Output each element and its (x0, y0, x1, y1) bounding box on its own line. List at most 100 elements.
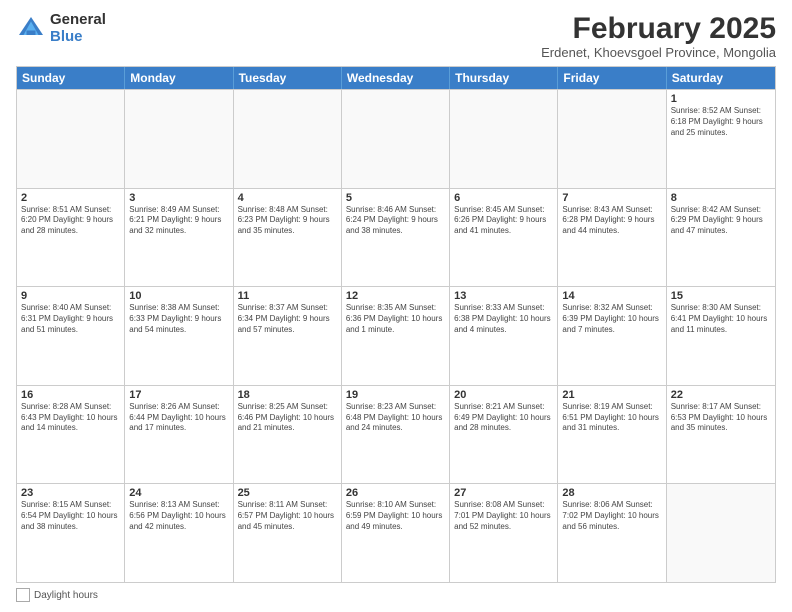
header-cell-monday: Monday (125, 67, 233, 89)
daylight-label: Daylight hours (34, 590, 98, 601)
calendar-cell: 12Sunrise: 8:35 AM Sunset: 6:36 PM Dayli… (342, 287, 450, 385)
day-number: 6 (454, 192, 553, 204)
calendar-week-2: 2Sunrise: 8:51 AM Sunset: 6:20 PM Daylig… (17, 188, 775, 287)
day-info: Sunrise: 8:40 AM Sunset: 6:31 PM Dayligh… (21, 303, 120, 335)
day-info: Sunrise: 8:43 AM Sunset: 6:28 PM Dayligh… (562, 205, 661, 237)
day-info: Sunrise: 8:19 AM Sunset: 6:51 PM Dayligh… (562, 402, 661, 434)
calendar-cell (558, 90, 666, 188)
logo: General Blue (16, 12, 106, 45)
calendar-cell: 14Sunrise: 8:32 AM Sunset: 6:39 PM Dayli… (558, 287, 666, 385)
day-info: Sunrise: 8:45 AM Sunset: 6:26 PM Dayligh… (454, 205, 553, 237)
calendar-header-row: SundayMondayTuesdayWednesdayThursdayFrid… (17, 67, 775, 89)
day-number: 10 (129, 290, 228, 302)
day-number: 20 (454, 389, 553, 401)
day-info: Sunrise: 8:48 AM Sunset: 6:23 PM Dayligh… (238, 205, 337, 237)
calendar-cell: 21Sunrise: 8:19 AM Sunset: 6:51 PM Dayli… (558, 386, 666, 484)
calendar-cell: 10Sunrise: 8:38 AM Sunset: 6:33 PM Dayli… (125, 287, 233, 385)
calendar-cell: 20Sunrise: 8:21 AM Sunset: 6:49 PM Dayli… (450, 386, 558, 484)
logo-general-text: General (50, 12, 106, 29)
legend-box-daylight (16, 588, 30, 602)
calendar-cell: 18Sunrise: 8:25 AM Sunset: 6:46 PM Dayli… (234, 386, 342, 484)
header: General Blue February 2025 Erdenet, Khoe… (16, 12, 776, 60)
calendar-cell: 25Sunrise: 8:11 AM Sunset: 6:57 PM Dayli… (234, 484, 342, 582)
day-number: 17 (129, 389, 228, 401)
footer: Daylight hours (16, 588, 776, 602)
day-number: 7 (562, 192, 661, 204)
calendar-cell: 1Sunrise: 8:52 AM Sunset: 6:18 PM Daylig… (667, 90, 775, 188)
day-info: Sunrise: 8:17 AM Sunset: 6:53 PM Dayligh… (671, 402, 771, 434)
day-number: 8 (671, 192, 771, 204)
day-number: 27 (454, 487, 553, 499)
day-info: Sunrise: 8:32 AM Sunset: 6:39 PM Dayligh… (562, 303, 661, 335)
day-info: Sunrise: 8:33 AM Sunset: 6:38 PM Dayligh… (454, 303, 553, 335)
calendar-cell (125, 90, 233, 188)
day-number: 14 (562, 290, 661, 302)
day-number: 22 (671, 389, 771, 401)
day-number: 19 (346, 389, 445, 401)
day-info: Sunrise: 8:30 AM Sunset: 6:41 PM Dayligh… (671, 303, 771, 335)
subtitle: Erdenet, Khoevsgoel Province, Mongolia (541, 45, 776, 60)
day-info: Sunrise: 8:35 AM Sunset: 6:36 PM Dayligh… (346, 303, 445, 335)
calendar-cell (17, 90, 125, 188)
calendar-cell: 6Sunrise: 8:45 AM Sunset: 6:26 PM Daylig… (450, 189, 558, 287)
day-number: 5 (346, 192, 445, 204)
calendar-cell: 2Sunrise: 8:51 AM Sunset: 6:20 PM Daylig… (17, 189, 125, 287)
calendar-week-1: 1Sunrise: 8:52 AM Sunset: 6:18 PM Daylig… (17, 89, 775, 188)
day-info: Sunrise: 8:38 AM Sunset: 6:33 PM Dayligh… (129, 303, 228, 335)
legend-item-daylight: Daylight hours (16, 588, 98, 602)
calendar-week-5: 23Sunrise: 8:15 AM Sunset: 6:54 PM Dayli… (17, 483, 775, 582)
day-number: 11 (238, 290, 337, 302)
day-number: 13 (454, 290, 553, 302)
day-info: Sunrise: 8:08 AM Sunset: 7:01 PM Dayligh… (454, 500, 553, 532)
logo-blue-text: Blue (50, 29, 106, 46)
calendar-cell: 17Sunrise: 8:26 AM Sunset: 6:44 PM Dayli… (125, 386, 233, 484)
calendar-cell: 8Sunrise: 8:42 AM Sunset: 6:29 PM Daylig… (667, 189, 775, 287)
day-info: Sunrise: 8:06 AM Sunset: 7:02 PM Dayligh… (562, 500, 661, 532)
calendar-cell (234, 90, 342, 188)
day-info: Sunrise: 8:15 AM Sunset: 6:54 PM Dayligh… (21, 500, 120, 532)
calendar-cell: 28Sunrise: 8:06 AM Sunset: 7:02 PM Dayli… (558, 484, 666, 582)
calendar-cell: 22Sunrise: 8:17 AM Sunset: 6:53 PM Dayli… (667, 386, 775, 484)
main-title: February 2025 (541, 12, 776, 45)
logo-text: General Blue (50, 12, 106, 45)
calendar-cell (342, 90, 450, 188)
calendar: SundayMondayTuesdayWednesdayThursdayFrid… (16, 66, 776, 583)
header-cell-wednesday: Wednesday (342, 67, 450, 89)
day-number: 23 (21, 487, 120, 499)
calendar-cell (667, 484, 775, 582)
calendar-cell: 3Sunrise: 8:49 AM Sunset: 6:21 PM Daylig… (125, 189, 233, 287)
day-info: Sunrise: 8:28 AM Sunset: 6:43 PM Dayligh… (21, 402, 120, 434)
calendar-cell: 24Sunrise: 8:13 AM Sunset: 6:56 PM Dayli… (125, 484, 233, 582)
day-info: Sunrise: 8:46 AM Sunset: 6:24 PM Dayligh… (346, 205, 445, 237)
calendar-body: 1Sunrise: 8:52 AM Sunset: 6:18 PM Daylig… (17, 89, 775, 582)
day-info: Sunrise: 8:23 AM Sunset: 6:48 PM Dayligh… (346, 402, 445, 434)
day-number: 12 (346, 290, 445, 302)
header-cell-saturday: Saturday (667, 67, 775, 89)
title-block: February 2025 Erdenet, Khoevsgoel Provin… (541, 12, 776, 60)
logo-icon (16, 14, 46, 44)
day-number: 18 (238, 389, 337, 401)
day-info: Sunrise: 8:51 AM Sunset: 6:20 PM Dayligh… (21, 205, 120, 237)
calendar-cell: 7Sunrise: 8:43 AM Sunset: 6:28 PM Daylig… (558, 189, 666, 287)
header-cell-thursday: Thursday (450, 67, 558, 89)
calendar-cell: 11Sunrise: 8:37 AM Sunset: 6:34 PM Dayli… (234, 287, 342, 385)
calendar-cell: 19Sunrise: 8:23 AM Sunset: 6:48 PM Dayli… (342, 386, 450, 484)
day-number: 15 (671, 290, 771, 302)
day-number: 25 (238, 487, 337, 499)
day-info: Sunrise: 8:42 AM Sunset: 6:29 PM Dayligh… (671, 205, 771, 237)
day-number: 26 (346, 487, 445, 499)
calendar-cell: 16Sunrise: 8:28 AM Sunset: 6:43 PM Dayli… (17, 386, 125, 484)
calendar-cell (450, 90, 558, 188)
day-info: Sunrise: 8:49 AM Sunset: 6:21 PM Dayligh… (129, 205, 228, 237)
calendar-cell: 9Sunrise: 8:40 AM Sunset: 6:31 PM Daylig… (17, 287, 125, 385)
day-number: 2 (21, 192, 120, 204)
day-info: Sunrise: 8:37 AM Sunset: 6:34 PM Dayligh… (238, 303, 337, 335)
page: General Blue February 2025 Erdenet, Khoe… (0, 0, 792, 612)
header-cell-friday: Friday (558, 67, 666, 89)
calendar-cell: 23Sunrise: 8:15 AM Sunset: 6:54 PM Dayli… (17, 484, 125, 582)
day-info: Sunrise: 8:52 AM Sunset: 6:18 PM Dayligh… (671, 106, 771, 138)
calendar-cell: 5Sunrise: 8:46 AM Sunset: 6:24 PM Daylig… (342, 189, 450, 287)
day-number: 28 (562, 487, 661, 499)
day-info: Sunrise: 8:11 AM Sunset: 6:57 PM Dayligh… (238, 500, 337, 532)
calendar-cell: 27Sunrise: 8:08 AM Sunset: 7:01 PM Dayli… (450, 484, 558, 582)
